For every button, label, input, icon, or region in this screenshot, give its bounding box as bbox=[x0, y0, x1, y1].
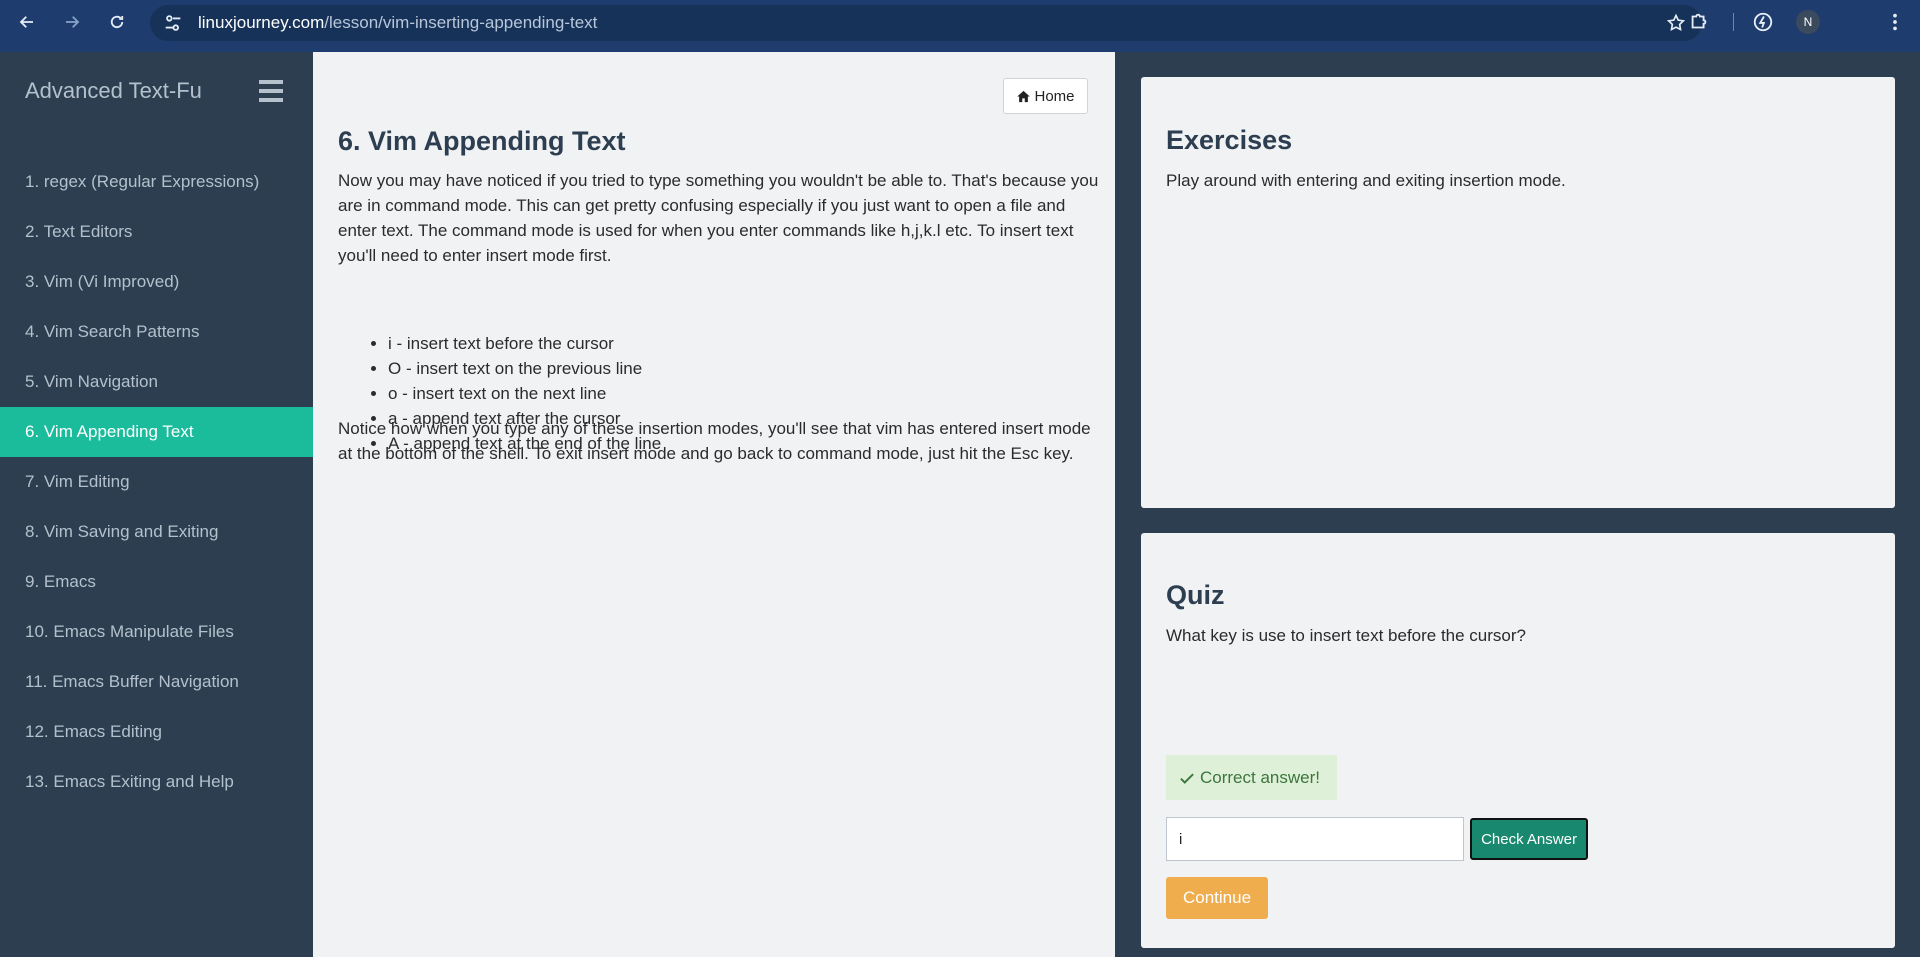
profile-avatar[interactable]: N bbox=[1796, 10, 1820, 34]
quiz-title: Quiz bbox=[1166, 580, 1225, 610]
right-panel: Exercises Play around with entering and … bbox=[1115, 52, 1920, 957]
sidebar-title: Advanced Text-Fu bbox=[25, 78, 202, 103]
answer-input[interactable] bbox=[1166, 817, 1464, 861]
reload-icon[interactable] bbox=[103, 8, 131, 36]
home-icon bbox=[1017, 90, 1031, 102]
page-title: 6. Vim Appending Text bbox=[338, 126, 626, 156]
sidebar-item-vim-navigation[interactable]: 5. Vim Navigation bbox=[0, 357, 313, 407]
lesson-intro: Now you may have noticed if you tried to… bbox=[338, 171, 1099, 265]
url-text: linuxjourney.com/lesson/vim-inserting-ap… bbox=[198, 13, 598, 32]
feedback-text: Correct answer! bbox=[1200, 767, 1320, 787]
performance-icon[interactable] bbox=[1752, 11, 1774, 33]
sidebar-item-vim-editing[interactable]: 7. Vim Editing bbox=[0, 457, 313, 507]
lesson-list: 1. regex (Regular Expressions) 2. Text E… bbox=[0, 157, 313, 807]
sidebar-item-emacs-buffer-navigation[interactable]: 11. Emacs Buffer Navigation bbox=[0, 657, 313, 707]
sidebar-item-emacs-manipulate-files[interactable]: 10. Emacs Manipulate Files bbox=[0, 607, 313, 657]
sidebar-item-emacs-exiting-help[interactable]: 13. Emacs Exiting and Help bbox=[0, 757, 313, 807]
checkmark-icon bbox=[1180, 773, 1194, 784]
sidebar-item-text-editors[interactable]: 2. Text Editors bbox=[0, 207, 313, 257]
menu-toggle-icon[interactable] bbox=[259, 80, 283, 102]
address-bar[interactable]: linuxjourney.com/lesson/vim-inserting-ap… bbox=[150, 5, 1702, 41]
bookmark-star-icon[interactable] bbox=[1666, 13, 1686, 33]
sidebar-item-vim-saving-exiting[interactable]: 8. Vim Saving and Exiting bbox=[0, 507, 313, 557]
more-menu-icon[interactable] bbox=[1884, 11, 1906, 33]
home-button-label: Home bbox=[1034, 87, 1075, 105]
quiz-question: What key is use to insert text before th… bbox=[1166, 626, 1526, 645]
exercises-card: Exercises Play around with entering and … bbox=[1141, 77, 1895, 508]
correct-answer-alert: Correct answer! bbox=[1166, 755, 1337, 800]
sidebar-item-emacs[interactable]: 9. Emacs bbox=[0, 557, 313, 607]
toolbar-divider bbox=[1733, 13, 1734, 31]
sidebar-item-vim-search-patterns[interactable]: 4. Vim Search Patterns bbox=[0, 307, 313, 357]
exercises-text: Play around with entering and exiting in… bbox=[1166, 171, 1566, 190]
sidebar-item-emacs-editing[interactable]: 12. Emacs Editing bbox=[0, 707, 313, 757]
exercises-title: Exercises bbox=[1166, 125, 1293, 155]
extensions-icon[interactable] bbox=[1688, 11, 1710, 33]
lesson-content: Home 6. Vim Appending Text Now you may h… bbox=[313, 52, 1115, 957]
sidebar-item-regex[interactable]: 1. regex (Regular Expressions) bbox=[0, 157, 313, 207]
back-icon[interactable] bbox=[13, 8, 41, 36]
quiz-card: Quiz What key is use to insert text befo… bbox=[1141, 533, 1895, 948]
browser-toolbar: linuxjourney.com/lesson/vim-inserting-ap… bbox=[0, 0, 1920, 52]
site-settings-icon[interactable] bbox=[162, 12, 184, 34]
sidebar-item-vim-appending-text[interactable]: 6. Vim Appending Text bbox=[0, 407, 313, 457]
list-item: O - insert text on the previous line bbox=[388, 356, 1068, 381]
sidebar-item-vim[interactable]: 3. Vim (Vi Improved) bbox=[0, 257, 313, 307]
list-item: i - insert text before the cursor bbox=[388, 331, 1068, 356]
check-answer-button[interactable]: Check Answer bbox=[1470, 818, 1588, 860]
continue-button[interactable]: Continue bbox=[1166, 877, 1268, 919]
sidebar: Advanced Text-Fu 1. regex (Regular Expre… bbox=[0, 52, 313, 957]
lesson-outro: Notice how when you type any of these in… bbox=[338, 419, 1091, 463]
home-button[interactable]: Home bbox=[1003, 78, 1088, 114]
forward-icon[interactable] bbox=[58, 8, 86, 36]
list-item: o - insert text on the next line bbox=[388, 381, 1068, 406]
